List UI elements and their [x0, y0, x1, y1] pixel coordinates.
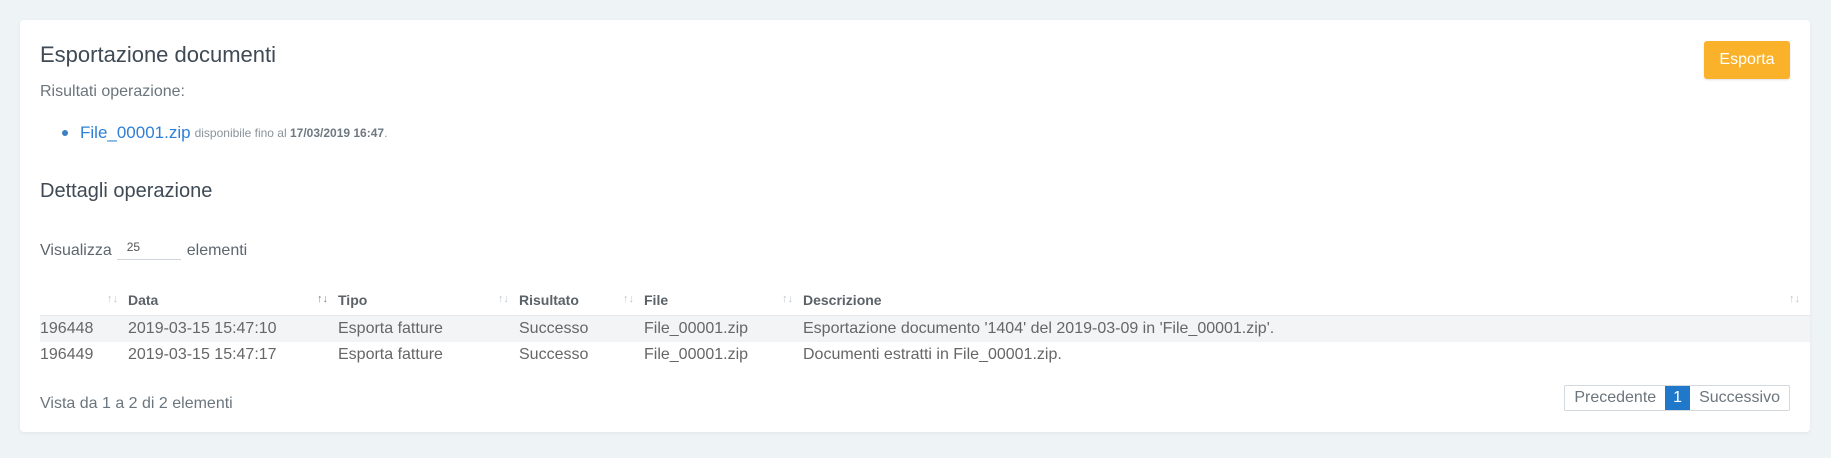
- table-row: 196449 2019-03-15 15:47:17 Esporta fattu…: [40, 342, 1810, 368]
- details-table: ↑↓ Data ↑↓ Tipo ↑↓ Risultato ↑↓ File ↑↓ Desc…: [40, 285, 1810, 368]
- bullet-icon: [62, 130, 68, 136]
- sort-icon: ↑↓: [782, 293, 793, 305]
- sort-asc-icon: ↑↓: [317, 293, 328, 305]
- cell-risultato: Successo: [519, 346, 589, 363]
- show-label: Visualizza: [40, 242, 112, 259]
- cell-id: 196449: [40, 346, 94, 363]
- cell-descrizione: Esportazione documento '1404' del 2019-0…: [803, 315, 1810, 342]
- table-header-row: ↑↓ Data ↑↓ Tipo ↑↓ Risultato ↑↓ File ↑↓ Desc…: [40, 285, 1810, 316]
- column-header-id[interactable]: ↑↓: [40, 285, 128, 316]
- cell-data: 2019-03-15 15:47:10: [128, 315, 338, 342]
- show-suffix-label: elementi: [186, 242, 248, 259]
- next-page-button[interactable]: Successivo: [1690, 386, 1789, 410]
- cell-id: 196448: [40, 315, 128, 342]
- cell-file: File_00001.zip: [644, 346, 749, 363]
- export-button[interactable]: Esporta: [1704, 41, 1790, 79]
- file-download-link[interactable]: File_00001.zip: [80, 123, 191, 143]
- cell-tipo: Esporta fatture: [338, 346, 443, 363]
- column-header-data[interactable]: Data ↑↓: [128, 285, 338, 316]
- sort-icon: ↑↓: [1789, 293, 1800, 305]
- cell-descrizione: Documenti estratti in File_00001.zip.: [803, 346, 1062, 363]
- column-header-tipo[interactable]: Tipo ↑↓: [338, 285, 519, 316]
- page-size-input[interactable]: [116, 235, 181, 260]
- availability-text: disponibile fino al 17/03/2019 16:47.: [194, 126, 388, 140]
- cell-risultato: Successo: [519, 315, 644, 342]
- cell-tipo: Esporta fatture: [338, 315, 519, 342]
- cell-data: 2019-03-15 15:47:17: [128, 346, 277, 363]
- table-row: 196448 2019-03-15 15:47:10 Esporta fattu…: [40, 315, 1810, 342]
- results-label: Risultati operazione:: [40, 83, 185, 100]
- export-card: Esportazione documenti Esporta Risultati…: [20, 20, 1810, 432]
- column-header-risultato[interactable]: Risultato ↑↓: [519, 285, 644, 316]
- expiry-date: 17/03/2019 16:47: [289, 126, 385, 140]
- results-list: File_00001.zip disponibile fino al 17/03…: [40, 123, 387, 143]
- list-item: File_00001.zip disponibile fino al 17/03…: [40, 123, 387, 143]
- page-length-control: Visualizza elementi: [40, 235, 247, 260]
- page-title: Esportazione documenti: [40, 42, 277, 67]
- sort-icon: ↑↓: [498, 293, 509, 305]
- details-title: Dettagli operazione: [40, 180, 213, 202]
- column-header-descrizione[interactable]: Descrizione ↑↓: [803, 285, 1810, 316]
- table-info: Vista da 1 a 2 di 2 elementi: [40, 395, 233, 412]
- sort-icon: ↑↓: [623, 293, 634, 305]
- page-1-button[interactable]: 1: [1665, 386, 1691, 410]
- sort-icon: ↑↓: [107, 293, 118, 305]
- column-header-file[interactable]: File ↑↓: [644, 285, 803, 316]
- previous-page-button[interactable]: Precedente: [1565, 386, 1665, 410]
- pagination: Precedente 1 Successivo: [1564, 385, 1790, 411]
- cell-file: File_00001.zip: [644, 315, 803, 342]
